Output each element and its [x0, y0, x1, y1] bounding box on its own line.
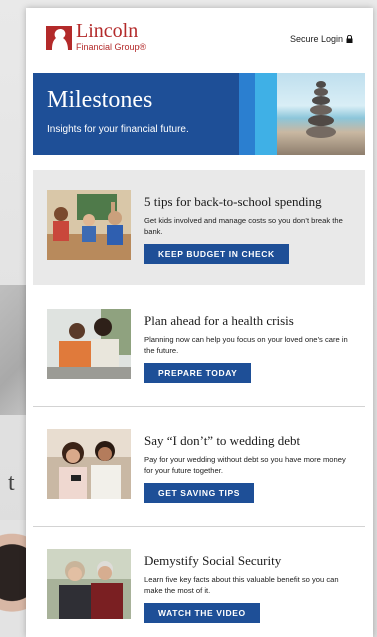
lock-icon: [346, 34, 353, 43]
article-health-crisis: Plan ahead for a health crisis Planning …: [33, 289, 365, 404]
caregivers-photo: [47, 309, 131, 379]
lincoln-logo[interactable]: Lincoln Financial Group®: [46, 20, 147, 52]
article-description: Learn five key facts about this valuable…: [144, 575, 339, 595]
background-text: t: [8, 470, 15, 496]
couple-photo: [47, 429, 131, 499]
section-divider: [33, 406, 365, 407]
article-back-to-school: 5 tips for back-to-school spending Get k…: [33, 170, 365, 285]
get-saving-tips-button[interactable]: GET SAVING TIPS: [144, 483, 255, 503]
article-description: Get kids involved and manage costs so yo…: [144, 216, 343, 236]
older-couple-photo: [47, 549, 131, 619]
article-headline[interactable]: Say “I don’t” to wedding debt: [144, 433, 359, 449]
article-wedding-debt: Say “I don’t” to wedding debt Pay for yo…: [33, 409, 365, 524]
secure-login-label: Secure Login: [289, 34, 343, 44]
milestones-banner: Milestones Insights for your financial f…: [33, 73, 365, 155]
prepare-today-button[interactable]: PREPARE TODAY: [144, 363, 252, 383]
article-headline[interactable]: 5 tips for back-to-school spending: [144, 194, 359, 210]
banner-subtitle: Insights for your financial future.: [47, 124, 189, 135]
watch-video-button[interactable]: WATCH THE VIDEO: [144, 603, 260, 623]
section-divider: [33, 526, 365, 527]
banner-stripe: [239, 73, 255, 155]
email-newsletter: Lincoln Financial Group® Secure Login Mi…: [26, 8, 373, 637]
secure-login-link[interactable]: Secure Login: [290, 34, 353, 44]
article-social-security: Demystify Social Security Learn five key…: [33, 529, 365, 637]
classroom-photo: [47, 190, 131, 260]
article-description: Planning now can help you focus on your …: [144, 335, 348, 355]
banner-text-panel: Milestones Insights for your financial f…: [33, 73, 239, 155]
article-description: Pay for your wedding without debt so you…: [144, 455, 346, 475]
email-header: Lincoln Financial Group® Secure Login: [26, 8, 373, 70]
keep-budget-button[interactable]: KEEP BUDGET IN CHECK: [144, 244, 289, 264]
lincoln-silhouette-icon: [46, 22, 72, 52]
stacked-stones-photo: [277, 73, 365, 155]
article-headline[interactable]: Plan ahead for a health crisis: [144, 313, 359, 329]
article-headline[interactable]: Demystify Social Security: [144, 553, 359, 569]
banner-title: Milestones: [47, 87, 153, 113]
logo-name: Lincoln: [76, 20, 139, 42]
logo-subtitle: Financial Group®: [76, 42, 147, 52]
banner-stripe: [255, 73, 277, 155]
